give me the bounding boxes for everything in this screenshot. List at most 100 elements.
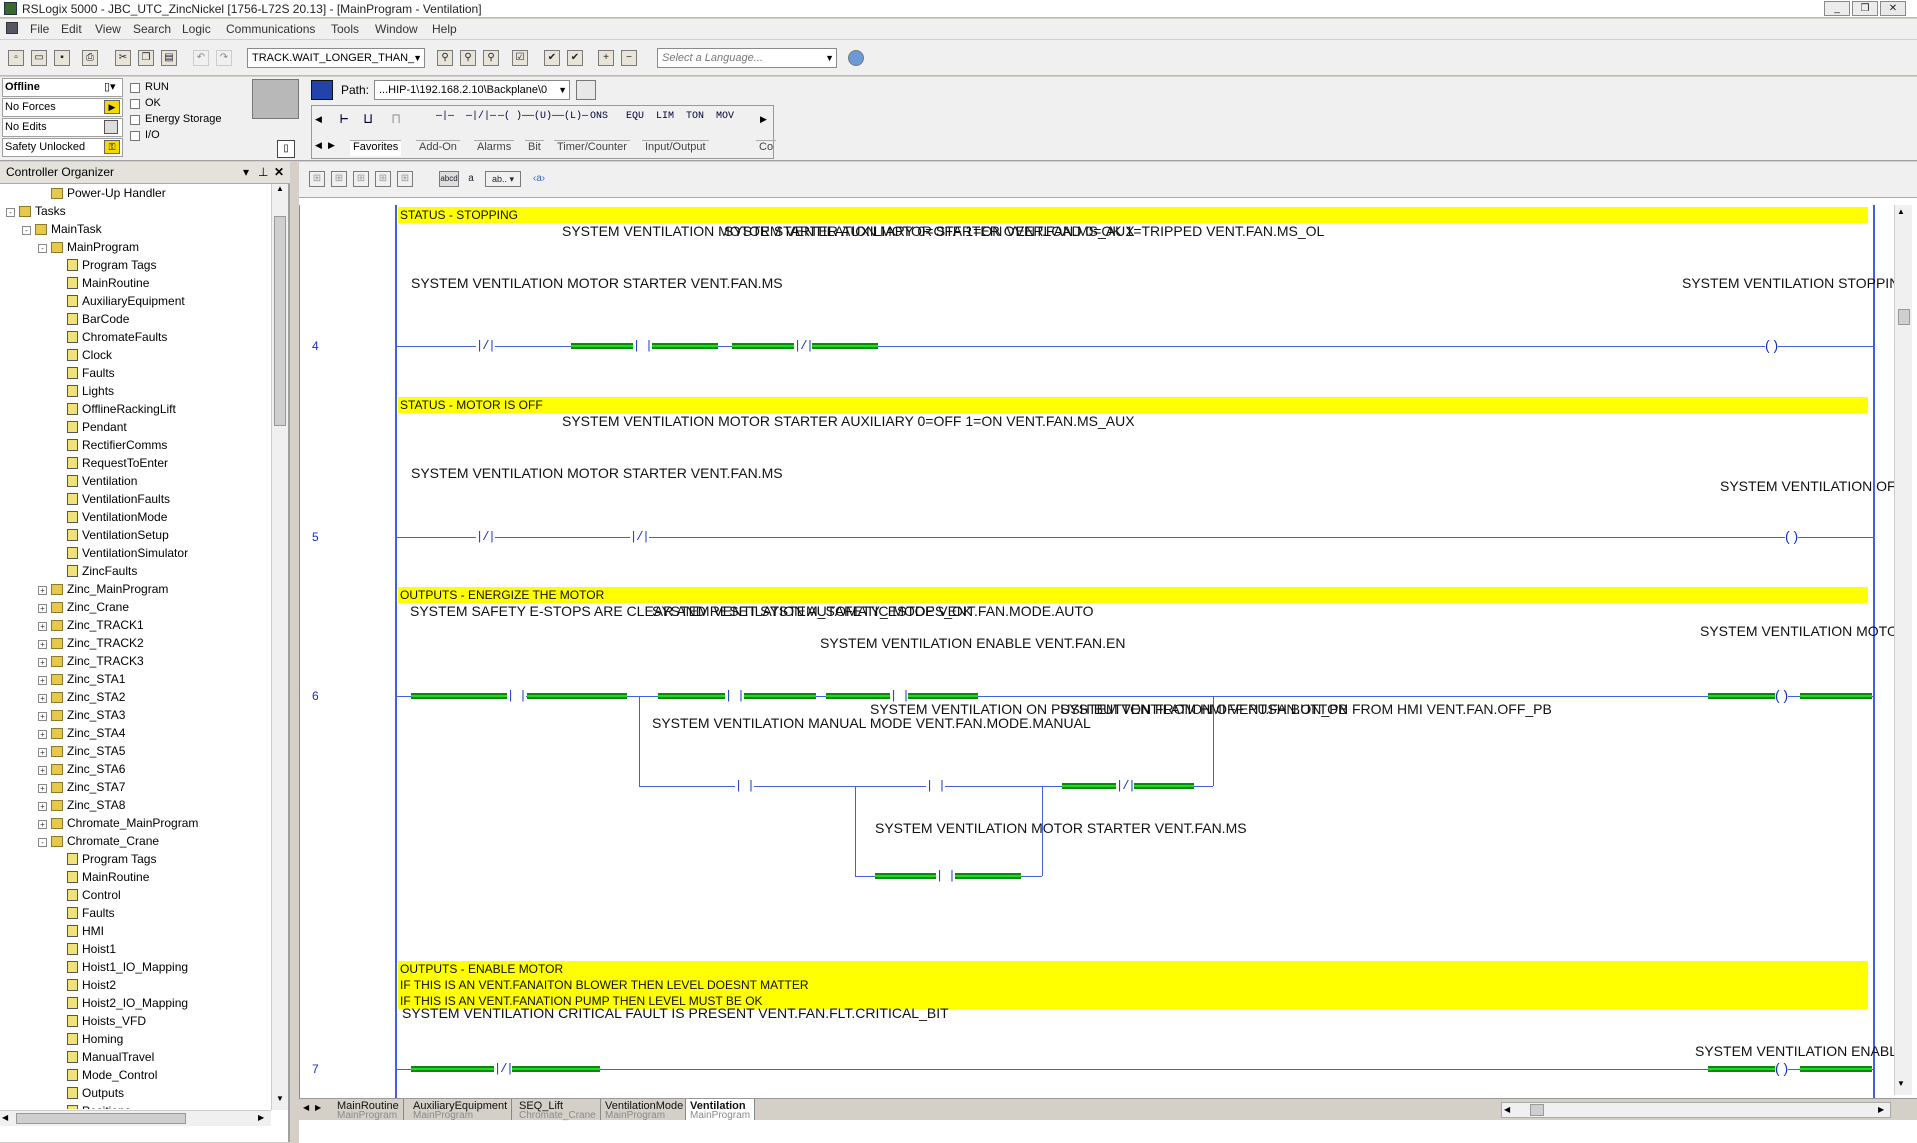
tree-item[interactable]: VentilationSimulator [54,545,188,562]
path-combo[interactable]: ...HIP-1\192.168.2.10\Backplane\0 ▼ [374,80,570,100]
copy-icon[interactable]: ❐ [138,50,154,66]
menu-search[interactable]: Search [133,22,171,36]
organizer-scroll-thumb[interactable] [274,216,286,426]
new-file-icon[interactable]: ▫ [8,50,24,66]
tree-item[interactable]: ChromateFaults [54,329,167,346]
tab-timer-counter[interactable]: Timer/Counter [554,140,630,156]
menu-file[interactable]: File [30,22,49,36]
controller-properties-icon[interactable]: ▯ [277,140,295,158]
tree-item[interactable]: - MainProgram [38,239,139,256]
tree-item[interactable]: RequestToEnter [54,455,168,472]
rung-number-6[interactable]: 6 [312,689,319,703]
expand-icon[interactable]: + [38,694,47,703]
tab-favorites[interactable]: Favorites [350,140,402,156]
tree-item[interactable]: + Zinc_STA1 [38,671,125,688]
find-next-icon[interactable]: ⚲ [460,50,476,66]
verify-routine-icon[interactable]: ☑ [512,50,528,66]
rung-number-4[interactable]: 4 [312,339,319,353]
tree-item[interactable]: + Zinc_STA3 [38,707,125,724]
go-to-icon[interactable]: ‹a› [531,171,547,187]
scroll-down-icon[interactable]: ▼ [273,1094,287,1108]
tree-item[interactable]: Power-Up Handler [38,185,166,202]
tree-item[interactable]: Hoist2_IO_Mapping [54,995,188,1012]
expand-icon[interactable]: + [38,802,47,811]
rung-7-coil-en[interactable]: ( ) [1775,1060,1789,1076]
zoom-in-icon[interactable]: + [598,50,614,66]
mode-dropdown-icon[interactable]: ▯▾ [104,80,116,93]
ote-instruction[interactable]: —( )— [498,111,528,122]
routine-tab-ventilation[interactable]: Ventilation MainProgram [685,1099,756,1121]
tree-item[interactable]: Pendant [54,419,127,436]
rung-6-coil-ms[interactable]: ( ) [1775,687,1789,703]
tree-item[interactable]: VentilationMode [54,509,167,526]
globe-icon[interactable] [848,50,864,66]
scroll-up-icon[interactable]: ▲ [273,184,287,198]
tree-item[interactable]: + Zinc_STA8 [38,797,125,814]
otl-instruction[interactable]: —(L)— [558,111,588,122]
open-folder-icon[interactable]: ▭ [31,50,47,66]
menu-communications[interactable]: Communications [226,22,315,36]
tree-item[interactable]: Clock [54,347,112,364]
otu-instruction[interactable]: —(U)— [528,111,558,122]
tree-item[interactable]: Lights [54,383,114,400]
xic-instruction[interactable]: —|— [436,111,454,122]
expand-icon[interactable]: + [38,640,47,649]
tree-item[interactable]: Hoist2 [54,977,116,994]
tree-item[interactable]: + Zinc_Crane [38,599,129,616]
xio-instruction[interactable]: —|/|— [466,111,496,122]
organizer-horizontal-scrollbar[interactable]: ◀ ▶ [0,1110,271,1126]
ons-instruction[interactable]: ONS [590,111,608,122]
rung-5-coil-off[interactable]: ( ) [1785,528,1799,544]
tree-item[interactable]: + Zinc_STA2 [38,689,125,706]
find-binoculars-icon[interactable]: ⚲ [437,50,453,66]
scroll-right-icon[interactable]: ▶ [1878,1105,1884,1114]
find-replace-icon[interactable]: ⚲ [483,50,499,66]
expand-icon[interactable]: + [38,784,47,793]
tree-item[interactable]: - Tasks [6,203,66,220]
tree-item[interactable]: + Zinc_STA7 [38,779,125,796]
scroll-right-icon[interactable]: ▶ [258,1113,264,1122]
zoom-out-icon[interactable]: − [621,50,637,66]
tab-alarms[interactable]: Alarms [474,140,515,156]
tree-item[interactable]: - MainTask [22,221,102,238]
expand-icon[interactable]: + [38,820,47,829]
rung-icon[interactable]: ⊢ [340,111,348,128]
expand-icon[interactable]: + [38,730,47,739]
edit-rung-icon[interactable]: ⊞ [309,171,325,187]
rung-4-xic-ms-aux[interactable]: | | [633,339,653,353]
expand-icon[interactable]: + [38,748,47,757]
tree-item[interactable]: + Zinc_TRACK3 [38,653,144,670]
rung-5-xio-ms-aux[interactable]: |/| [630,530,650,544]
scroll-up-icon[interactable]: ▲ [1897,207,1905,216]
scroll-left-icon[interactable]: ◀ [315,114,322,125]
tree-item[interactable]: Faults [54,365,115,382]
expand-icon[interactable]: + [38,586,47,595]
tab-scroll-right-icon[interactable]: ▶ [328,140,335,151]
expand-icon[interactable]: + [38,622,47,631]
tree-item[interactable]: VentilationFaults [54,491,170,508]
close-button[interactable]: ✕ [1880,1,1906,16]
organizer-vertical-scrollbar[interactable]: ▲ ▼ [271,184,288,1110]
routine-tab-mainroutine[interactable]: MainRoutine MainProgram [333,1099,404,1121]
menu-tools[interactable]: Tools [331,22,359,36]
tree-item[interactable]: Control [54,887,121,904]
pin-icon[interactable]: ⊥ [258,162,268,182]
branch-icon[interactable]: ⊔ [364,111,372,128]
routine-tab-seq-lift[interactable]: SEQ_Lift Chromate_Crane [515,1099,601,1121]
tab-scroll-left-icon[interactable]: ◀ [303,1103,309,1112]
tree-item[interactable]: RectifierComms [54,437,167,454]
tree-item[interactable]: MainRoutine [54,275,149,292]
tree-item[interactable]: + Zinc_STA4 [38,725,125,742]
expand-icon[interactable]: + [38,604,47,613]
tree-item[interactable]: Program Tags [54,257,156,274]
assemble-edits-icon[interactable]: ⊞ [375,171,391,187]
tree-item[interactable]: Outputs [54,1085,124,1102]
tree-item[interactable]: Hoists_VFD [54,1013,146,1030]
tree-item[interactable]: AuxiliaryEquipment [54,293,185,310]
menu-window[interactable]: Window [375,22,418,36]
tree-item[interactable]: OfflineRackingLift [54,401,176,418]
tab-add-on[interactable]: Add-On [416,140,460,156]
routine-tab-ventilationmode[interactable]: VentilationMode MainProgram [601,1099,689,1121]
tab-input-output[interactable]: Input/Output [642,140,709,156]
ladder-horizontal-scrollbar[interactable]: ◀ ▶ [1501,1102,1891,1118]
